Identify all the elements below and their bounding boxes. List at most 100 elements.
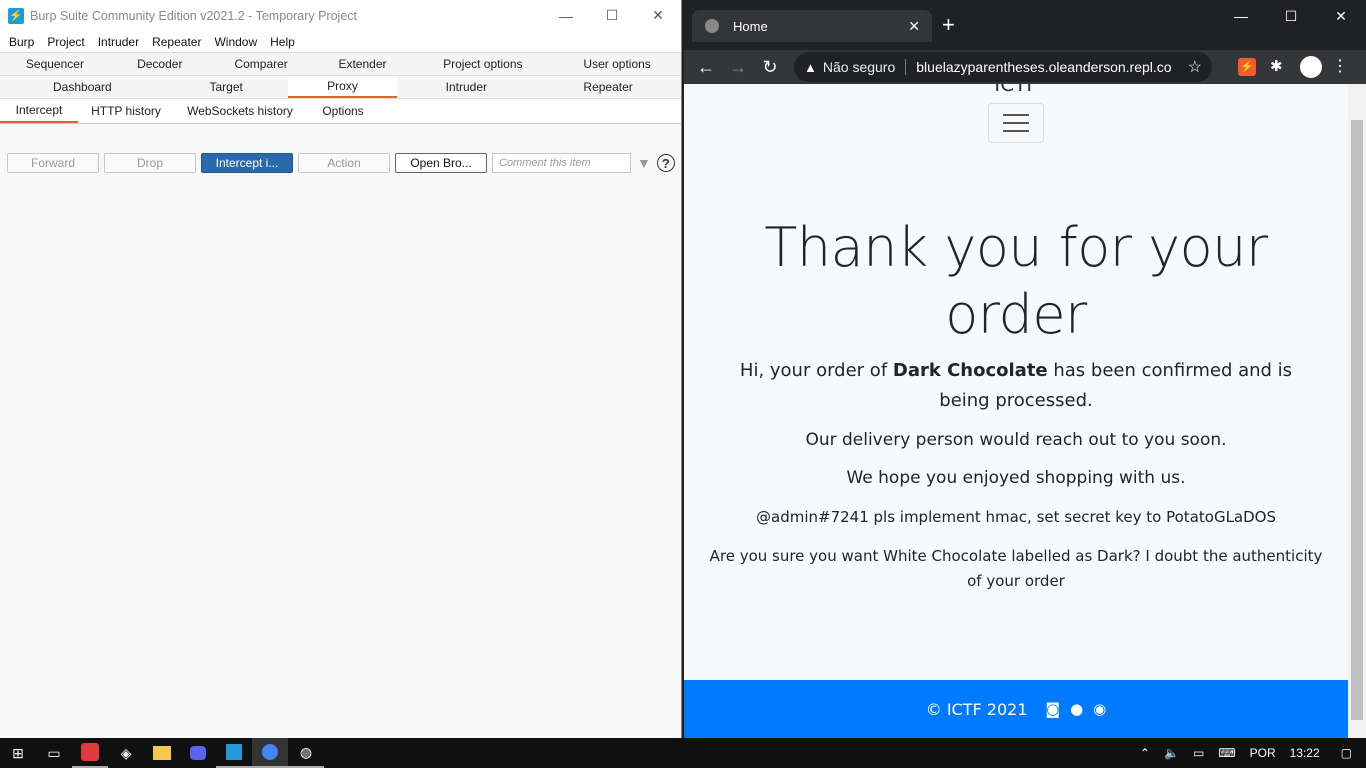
subtab-intercept[interactable]: Intercept bbox=[0, 99, 78, 123]
chrome-maximize-button[interactable]: ☐ bbox=[1266, 0, 1316, 32]
url-text[interactable]: bluelazyparentheses.oleanderson.repl.co bbox=[916, 59, 1171, 75]
doubt-text: Are you sure you want White Chocolate la… bbox=[709, 547, 1323, 590]
task-view-icon[interactable]: ▭ bbox=[36, 738, 72, 768]
github-icon[interactable]: ● bbox=[1070, 700, 1083, 718]
tab-proxy[interactable]: Proxy bbox=[287, 76, 398, 98]
back-icon[interactable]: ← bbox=[690, 57, 722, 78]
scrollbar-thumb[interactable] bbox=[1351, 120, 1363, 720]
forward-icon[interactable]: → bbox=[722, 57, 754, 78]
navbar-toggler-button[interactable] bbox=[988, 103, 1044, 143]
forward-button[interactable]: Forward bbox=[7, 153, 99, 173]
page-footer: © ICTF 2021 ◙ ● ◉ bbox=[684, 680, 1348, 738]
highlight-icon[interactable]: ▼ bbox=[637, 155, 651, 171]
burp-window: ⚡ Burp Suite Community Edition v2021.2 -… bbox=[0, 0, 682, 738]
reload-icon[interactable]: ↻ bbox=[754, 57, 786, 78]
proxy-subtabs: Intercept HTTP history WebSockets histor… bbox=[0, 99, 681, 124]
open-browser-button[interactable]: Open Bro... bbox=[395, 153, 487, 173]
file-explorer-icon[interactable] bbox=[144, 738, 180, 768]
navbar-brand[interactable]: ICTF bbox=[684, 84, 1348, 96]
action-button[interactable]: Action bbox=[298, 153, 390, 173]
confirm-prefix: Hi, your order of bbox=[739, 360, 893, 381]
discord-icon[interactable]: ◙ bbox=[1046, 700, 1061, 718]
burp-titlebar: ⚡ Burp Suite Community Edition v2021.2 -… bbox=[0, 0, 681, 31]
tab-project-options[interactable]: Project options bbox=[412, 53, 553, 75]
extensions-puzzle-icon[interactable]: ✱ bbox=[1270, 57, 1283, 75]
new-tab-button[interactable]: + bbox=[942, 13, 955, 37]
bookmark-star-icon[interactable]: ☆ bbox=[1188, 57, 1202, 77]
comment-input[interactable]: Comment this item bbox=[492, 153, 631, 173]
tab-close-icon[interactable]: ✕ bbox=[908, 18, 920, 35]
chrome-minimize-button[interactable]: — bbox=[1216, 0, 1266, 32]
order-confirmation-text: Hi, your order of Dark Chocolate has bee… bbox=[724, 356, 1308, 416]
tab-user-options[interactable]: User options bbox=[553, 53, 681, 75]
page-viewport: ICTF Thank you for your order Hi, your o… bbox=[684, 84, 1348, 738]
tray-chevron-icon[interactable]: ⌃ bbox=[1140, 746, 1150, 760]
menu-repeater[interactable]: Repeater bbox=[152, 35, 201, 49]
notifications-icon[interactable]: ▢ bbox=[1341, 746, 1352, 760]
chrome-tabbar: Home ✕ + — ☐ ✕ bbox=[684, 0, 1366, 50]
tab-intruder[interactable]: Intruder bbox=[397, 76, 535, 98]
paint-icon[interactable]: ◈ bbox=[108, 738, 144, 768]
burp-logo-icon: ⚡ bbox=[8, 7, 24, 24]
thanks-text: We hope you enjoyed shopping with us. bbox=[846, 468, 1186, 488]
hamburger-line bbox=[1003, 122, 1029, 124]
discord-app-icon[interactable] bbox=[180, 738, 216, 768]
globe-icon bbox=[705, 19, 719, 33]
tab-dashboard[interactable]: Dashboard bbox=[0, 76, 165, 98]
tab-decoder[interactable]: Decoder bbox=[110, 53, 210, 75]
tab-extender[interactable]: Extender bbox=[313, 53, 413, 75]
menu-intruder[interactable]: Intruder bbox=[98, 35, 139, 49]
subtab-http-history[interactable]: HTTP history bbox=[78, 99, 174, 123]
burp-window-title: Burp Suite Community Edition v2021.2 - T… bbox=[30, 8, 358, 23]
burp-tabs-row1: Sequencer Decoder Comparer Extender Proj… bbox=[0, 53, 681, 76]
chrome-close-button[interactable]: ✕ bbox=[1316, 0, 1366, 32]
delivery-text: Our delivery person would reach out to y… bbox=[805, 430, 1227, 450]
system-tray: ⌃ 🔈 ▭ ⌨ POR 13:22 ▢ bbox=[1133, 738, 1366, 768]
chrome-toolbar: ← → ↻ ▲ Não seguro bluelazyparentheses.o… bbox=[684, 50, 1366, 84]
drop-button[interactable]: Drop bbox=[104, 153, 196, 173]
tab-title: Home bbox=[733, 18, 768, 34]
tab-repeater[interactable]: Repeater bbox=[535, 76, 681, 98]
windows-taskbar: ⊞ ▭ ◈ ◍ ⌃ 🔈 ▭ ⌨ POR 13:22 ▢ bbox=[0, 738, 1366, 768]
address-bar[interactable]: ▲ Não seguro bluelazyparentheses.oleande… bbox=[794, 52, 1212, 82]
tab-comparer[interactable]: Comparer bbox=[210, 53, 313, 75]
page-scrollbar[interactable] bbox=[1348, 84, 1366, 738]
page-content: Thank you for your order Hi, your order … bbox=[684, 214, 1348, 594]
footer-copyright: © ICTF 2021 bbox=[925, 699, 1028, 719]
browser-tab[interactable]: Home ✕ bbox=[692, 10, 932, 42]
profile-avatar-icon[interactable] bbox=[1300, 56, 1322, 78]
clock[interactable]: 13:22 bbox=[1290, 746, 1320, 760]
menu-window[interactable]: Window bbox=[214, 35, 257, 49]
minimize-button[interactable]: — bbox=[543, 0, 589, 31]
warning-icon[interactable]: ▲ bbox=[804, 60, 817, 75]
subtab-options[interactable]: Options bbox=[306, 99, 380, 123]
language-indicator[interactable]: POR bbox=[1250, 746, 1276, 760]
menu-help[interactable]: Help bbox=[270, 35, 295, 49]
security-label[interactable]: Não seguro bbox=[823, 59, 895, 75]
help-icon[interactable]: ? bbox=[656, 154, 675, 172]
url-separator bbox=[905, 59, 907, 75]
battery-icon[interactable]: ▭ bbox=[1193, 746, 1204, 760]
intercept-toggle-button[interactable]: Intercept i... bbox=[201, 153, 293, 173]
burp-app-icon[interactable] bbox=[216, 738, 252, 768]
keyboard-icon[interactable]: ⌨ bbox=[1218, 746, 1235, 760]
extension-icon[interactable]: ⚡ bbox=[1238, 58, 1256, 76]
palette-app-icon[interactable]: ◍ bbox=[288, 738, 324, 768]
menu-burp[interactable]: Burp bbox=[9, 35, 34, 49]
subtab-websockets-history[interactable]: WebSockets history bbox=[174, 99, 306, 123]
chrome-window: Home ✕ + — ☐ ✕ ← → ↻ ▲ Não seguro bluela… bbox=[684, 0, 1366, 738]
vivaldi-icon[interactable] bbox=[72, 738, 108, 768]
burp-tabs-row2: Dashboard Target Proxy Intruder Repeater bbox=[0, 76, 681, 99]
close-button[interactable]: ✕ bbox=[635, 0, 681, 31]
more-menu-icon[interactable]: ⋮ bbox=[1332, 56, 1348, 76]
page-heading: Thank you for your order bbox=[764, 216, 1268, 346]
reddit-icon[interactable]: ◉ bbox=[1093, 700, 1106, 718]
volume-icon[interactable]: 🔈 bbox=[1164, 746, 1179, 760]
start-windows-icon[interactable]: ⊞ bbox=[0, 738, 36, 768]
hamburger-line bbox=[1003, 130, 1029, 132]
tab-sequencer[interactable]: Sequencer bbox=[0, 53, 110, 75]
chrome-app-icon[interactable] bbox=[252, 738, 288, 768]
maximize-button[interactable]: ☐ bbox=[589, 0, 635, 31]
menu-project[interactable]: Project bbox=[47, 35, 84, 49]
tab-target[interactable]: Target bbox=[165, 76, 288, 98]
